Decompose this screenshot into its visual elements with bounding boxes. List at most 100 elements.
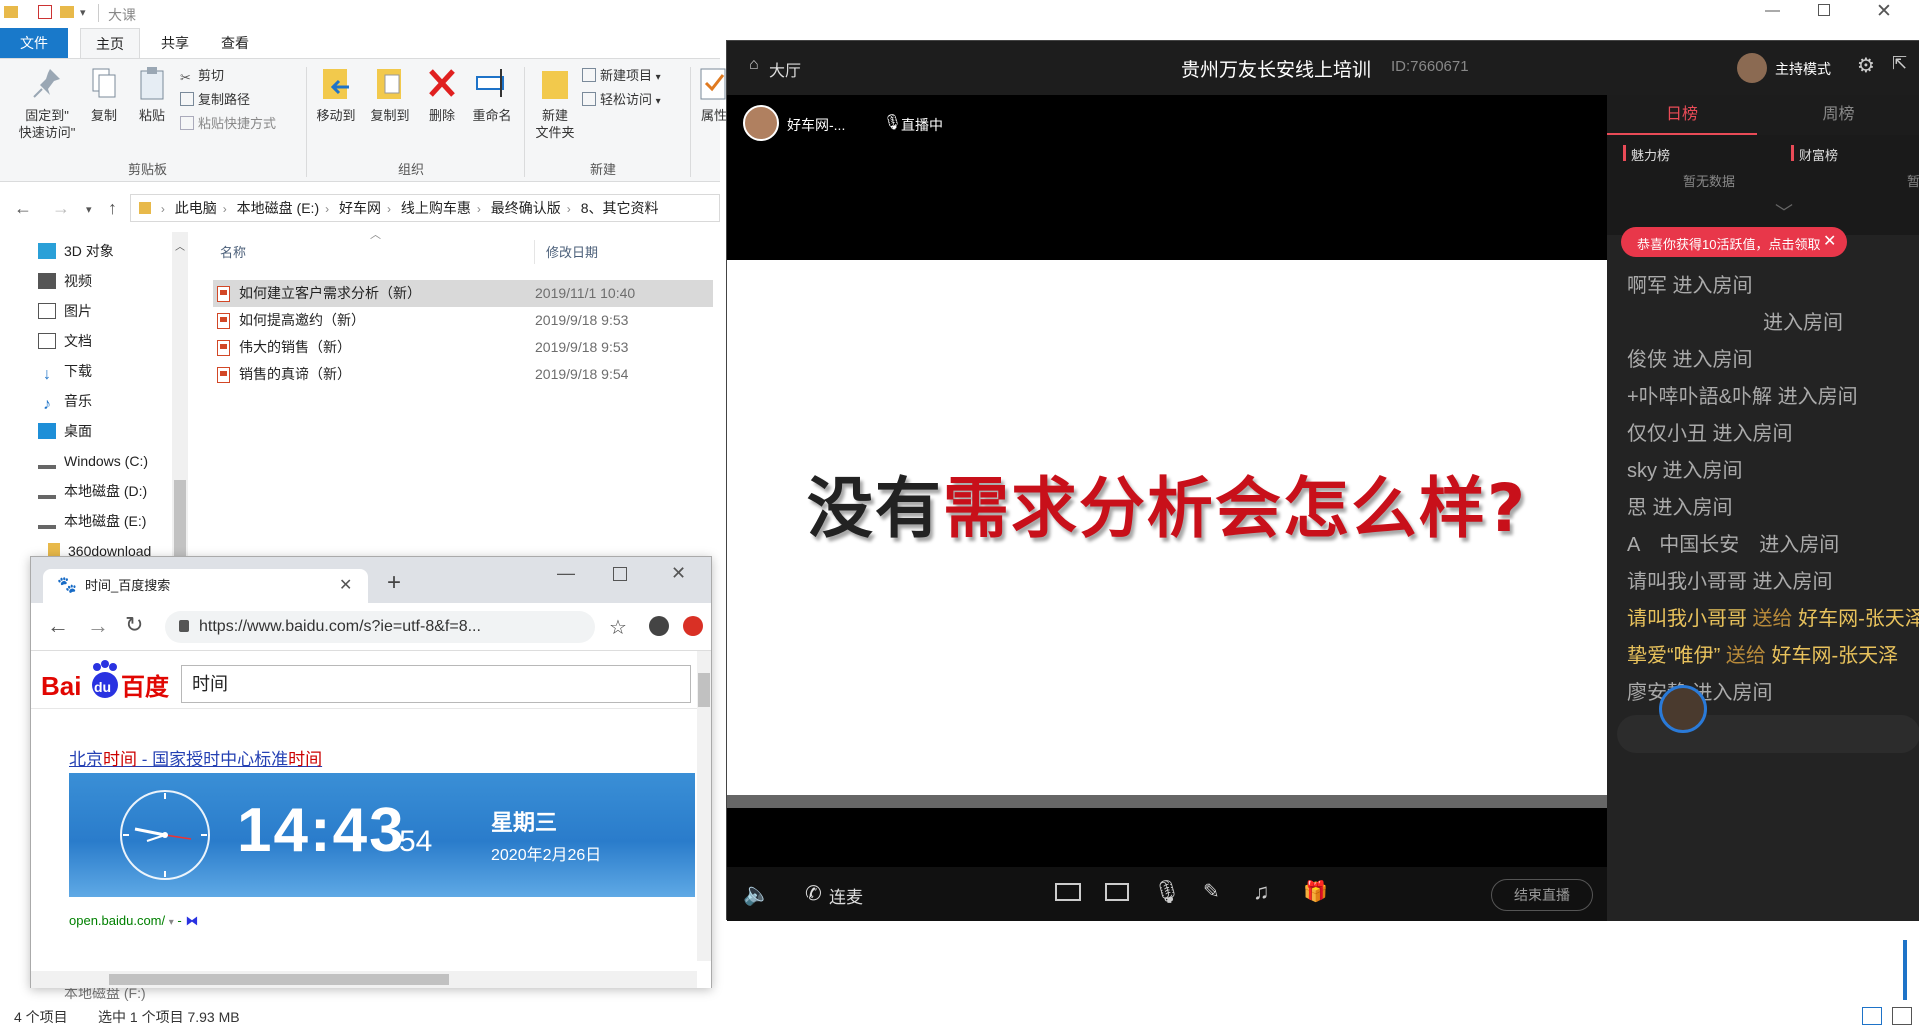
nav-item[interactable]: 视频 bbox=[38, 268, 92, 294]
back-arrow-icon[interactable]: ← bbox=[47, 613, 69, 639]
chat-user: A 中国长安 bbox=[1627, 534, 1740, 556]
host-avatar[interactable] bbox=[1737, 53, 1767, 83]
nav-item[interactable]: ↓ 下载 bbox=[38, 358, 92, 384]
account-avatar-icon[interactable] bbox=[649, 616, 669, 636]
scroll-up-icon[interactable]: ︿ bbox=[175, 238, 185, 253]
extension-icon[interactable] bbox=[683, 616, 703, 636]
gift-icon[interactable]: 🎁 bbox=[1303, 879, 1328, 904]
forward-arrow-icon[interactable]: → bbox=[87, 613, 109, 639]
end-live-button[interactable]: 结束直播 bbox=[1491, 879, 1593, 911]
large-icons-view-icon[interactable] bbox=[1892, 1007, 1912, 1025]
nav-item[interactable]: ♪ 音乐 bbox=[38, 388, 92, 414]
nav-item[interactable]: 图片 bbox=[38, 298, 92, 324]
hall-link[interactable]: 大厅 bbox=[769, 57, 801, 81]
chat-user: 啊军 bbox=[1627, 275, 1667, 297]
checkbox-icon[interactable] bbox=[38, 5, 52, 19]
rename-icon bbox=[476, 69, 504, 97]
result-source[interactable]: open.baidu.com/ ▾ - ⧓ bbox=[69, 913, 198, 929]
nav-item[interactable]: Windows (C:) bbox=[38, 448, 148, 474]
rename-button[interactable]: 重命名 bbox=[466, 65, 518, 124]
scrollbar-thumb[interactable] bbox=[698, 673, 710, 707]
expand-chevron-icon[interactable]: ﹀ bbox=[1775, 199, 1793, 225]
file-row[interactable]: 销售的真谛（新） 2019/9/18 9:54 bbox=[213, 361, 713, 388]
copy-path-button[interactable]: 复制路径 bbox=[180, 89, 250, 111]
pin-quick-access-button[interactable]: 固定到" 快速访问" bbox=[8, 65, 86, 141]
forward-arrow-icon[interactable]: → bbox=[52, 198, 70, 219]
floating-avatar[interactable] bbox=[1659, 685, 1707, 733]
cut-button[interactable]: ✂ 剪切 bbox=[180, 65, 224, 87]
file-row[interactable]: 如何建立客户需求分析（新） 2019/11/1 10:40 bbox=[213, 280, 713, 307]
result-title-link[interactable]: 北京时间 - 国家授时中心标准时间 bbox=[69, 745, 322, 770]
page-vertical-scrollbar[interactable] bbox=[697, 651, 711, 961]
speaker-icon[interactable]: 🔈 bbox=[743, 881, 770, 907]
back-arrow-icon[interactable]: ← bbox=[14, 198, 32, 219]
breadcrumb-item[interactable]: 最终确认版 bbox=[491, 195, 561, 221]
settings-gear-icon[interactable]: ⚙ bbox=[1857, 53, 1875, 78]
url-bar[interactable]: https://www.baidu.com/s?ie=utf-8&f=8... bbox=[165, 611, 595, 643]
copy-button[interactable]: 复制 bbox=[82, 65, 126, 124]
close-icon[interactable]: ✕ bbox=[671, 563, 686, 584]
popout-icon[interactable]: ⇱ bbox=[1892, 53, 1907, 74]
new-item-button[interactable]: 新建项目 ▾ bbox=[582, 65, 661, 87]
streamer-avatar[interactable] bbox=[743, 105, 779, 141]
new-tab-icon[interactable]: + bbox=[387, 569, 401, 597]
phone-icon[interactable]: ✆ bbox=[805, 881, 822, 906]
paste-shortcut-button[interactable]: 粘贴快捷方式 bbox=[180, 113, 276, 135]
page-horizontal-scrollbar[interactable] bbox=[31, 971, 697, 988]
nav-scrollbar-thumb[interactable] bbox=[174, 480, 186, 560]
new-folder-quick-icon[interactable] bbox=[60, 6, 74, 18]
reward-banner[interactable]: 恭喜你获得10活跃值，点击领取 ✕ bbox=[1621, 227, 1847, 257]
recent-dropdown-icon[interactable]: ▾ bbox=[86, 203, 92, 216]
copy-to-button[interactable]: 复制到 bbox=[364, 65, 416, 124]
file-row[interactable]: 如何提高邀约（新） 2019/9/18 9:53 bbox=[213, 307, 713, 334]
tab-weekly-rank[interactable]: 周榜 bbox=[1757, 95, 1919, 135]
nav-item[interactable]: 本地磁盘 (D:) bbox=[38, 478, 147, 504]
tab-daily-rank[interactable]: 日榜 bbox=[1607, 95, 1757, 135]
file-row[interactable]: 伟大的销售（新） 2019/9/18 9:53 bbox=[213, 334, 713, 361]
minimize-icon[interactable]: — bbox=[1765, 2, 1780, 19]
move-to-button[interactable]: 移动到 bbox=[310, 65, 362, 124]
breadcrumb[interactable]: › 此电脑 › 本地磁盘 (E:) › 好车网 › 线上购车惠 › 最终确认版 › 8、其… bbox=[130, 194, 720, 222]
delete-button[interactable]: 删除 bbox=[420, 65, 464, 124]
new-folder-button[interactable]: 新建 文件夹 bbox=[528, 65, 582, 141]
scrollbar-thumb[interactable] bbox=[109, 974, 449, 985]
close-icon[interactable]: ✕ bbox=[1823, 231, 1836, 251]
details-view-icon[interactable] bbox=[1862, 1007, 1882, 1025]
nav-item[interactable]: 文档 bbox=[38, 328, 92, 354]
breadcrumb-item[interactable]: 本地磁盘 (E:) bbox=[237, 195, 319, 221]
quick-access-dropdown-icon[interactable]: ▾ bbox=[80, 6, 86, 19]
column-header-date[interactable]: 修改日期 bbox=[546, 242, 598, 261]
home-icon[interactable]: ⌂ bbox=[749, 56, 759, 74]
maximize-icon[interactable] bbox=[1818, 4, 1830, 16]
music-icon[interactable]: ♫ bbox=[1253, 879, 1270, 905]
breadcrumb-item[interactable]: 好车网 bbox=[339, 195, 381, 221]
search-input[interactable]: 时间 bbox=[181, 665, 691, 703]
minimize-icon[interactable]: — bbox=[557, 563, 575, 584]
reload-icon[interactable]: ↻ bbox=[125, 612, 143, 638]
tab-share[interactable]: 共享 bbox=[145, 28, 205, 58]
nav-item[interactable]: 桌面 bbox=[38, 418, 92, 444]
camera-off-icon[interactable] bbox=[1055, 883, 1081, 901]
connect-mic-button[interactable]: 连麦 bbox=[829, 883, 863, 908]
nav-item[interactable]: 本地磁盘 (E:) bbox=[38, 508, 146, 534]
microphone-icon[interactable]: 🎙 bbox=[1153, 879, 1181, 905]
tab-file[interactable]: 文件 bbox=[0, 28, 68, 58]
breadcrumb-item[interactable]: 线上购车惠 bbox=[401, 195, 471, 221]
edit-icon[interactable]: ✎ bbox=[1203, 879, 1220, 904]
nav-item[interactable]: 3D 对象 bbox=[38, 238, 114, 264]
breadcrumb-item[interactable]: 8、其它资料 bbox=[581, 195, 659, 221]
breadcrumb-item[interactable]: 此电脑 bbox=[175, 195, 217, 221]
close-tab-icon[interactable]: ✕ bbox=[339, 569, 352, 603]
maximize-icon[interactable] bbox=[613, 567, 627, 581]
bookmark-star-icon[interactable]: ☆ bbox=[609, 615, 627, 640]
screen-share-icon[interactable] bbox=[1105, 883, 1129, 901]
column-header-name[interactable]: 名称 bbox=[220, 242, 246, 261]
tab-view[interactable]: 查看 bbox=[205, 28, 265, 58]
up-arrow-icon[interactable]: ↑ bbox=[108, 198, 117, 219]
breadcrumb-separator: › bbox=[476, 202, 481, 216]
easy-access-button[interactable]: 轻松访问 ▾ bbox=[582, 89, 661, 111]
tab-home[interactable]: 主页 bbox=[80, 28, 140, 58]
close-icon[interactable]: ✕ bbox=[1876, 0, 1892, 23]
browser-tab[interactable]: 🐾 时间_百度搜索 ✕ bbox=[43, 569, 368, 603]
paste-button[interactable]: 粘贴 bbox=[130, 65, 174, 124]
